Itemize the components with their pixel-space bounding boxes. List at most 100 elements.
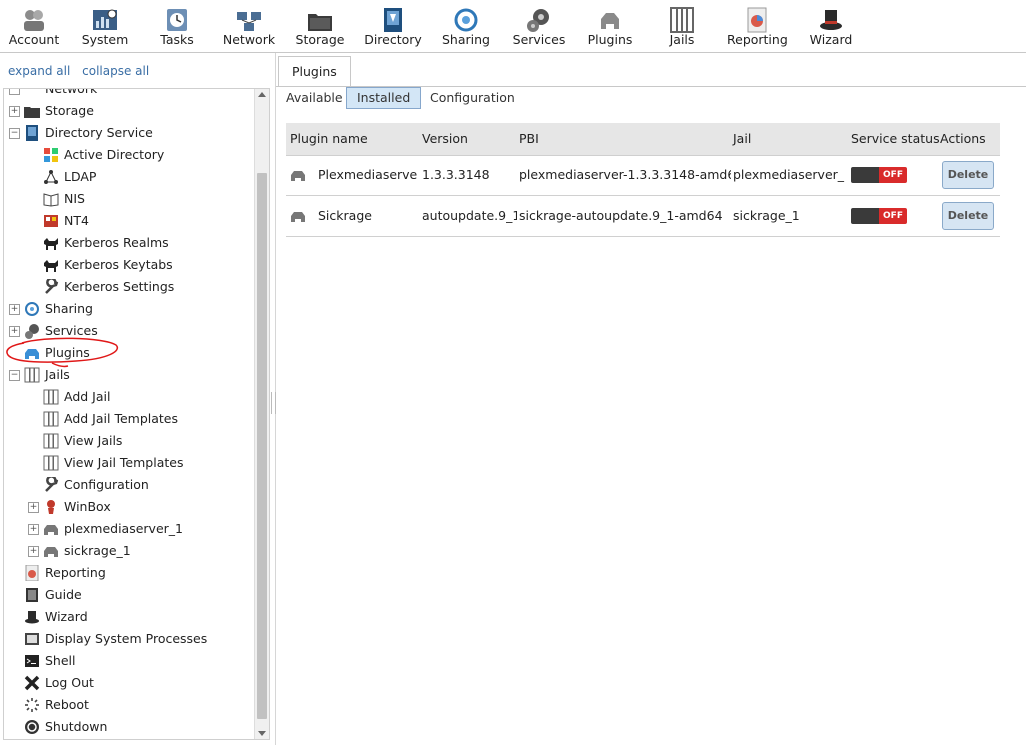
toolbar-network-label: Network [222, 32, 276, 47]
toolbar-storage[interactable]: Storage [291, 0, 349, 52]
column-header-actions[interactable]: Actions [940, 123, 986, 155]
reboot-icon [25, 698, 39, 712]
delete-button[interactable]: Delete [942, 202, 994, 230]
toolbar-tasks[interactable]: Tasks [148, 0, 206, 52]
plugin-icon [291, 171, 305, 181]
expand-icon[interactable]: + [28, 502, 39, 513]
tree-expander-links: expand all collapse all [8, 64, 157, 78]
processes-icon [25, 633, 39, 645]
subtab-configuration[interactable]: Configuration [420, 87, 525, 109]
plugin-version: autoupdate.9_1 [422, 208, 517, 223]
column-header-jail[interactable]: Jail [733, 123, 751, 155]
plugin-icon [44, 525, 58, 535]
toolbar-reporting-label: Reporting [727, 32, 788, 47]
kerberos-dog-icon [44, 238, 58, 250]
reporting-icon [747, 7, 767, 33]
column-header-plugin-name[interactable]: Plugin name [290, 123, 368, 155]
toolbar-services[interactable]: Services [510, 0, 568, 52]
toolbar-wizard-label: Wizard [809, 32, 853, 47]
storage-folder-icon [24, 107, 40, 118]
toolbar-directory[interactable]: Directory [364, 0, 422, 52]
wrench-icon [45, 477, 59, 492]
sharing-icon [454, 8, 478, 32]
storage-icon [308, 14, 332, 31]
table-row[interactable]: Plexmediaserver 1.3.3.3148 plexmediaserv… [286, 155, 1000, 196]
plugins-icon [25, 349, 39, 359]
guide-book-icon [26, 588, 38, 602]
directory-icon [384, 8, 402, 32]
scroll-down-arrow-icon[interactable] [258, 731, 266, 736]
services-icon [527, 9, 549, 32]
expand-icon[interactable]: + [28, 546, 39, 557]
table-header: Plugin name Version PBI Jail Service sta… [286, 123, 1000, 156]
toolbar-jails[interactable]: Jails [653, 0, 711, 52]
plugin-pbi: plexmediaserver-1.3.3.3148-amd64 [519, 167, 731, 182]
expand-icon[interactable]: + [28, 524, 39, 535]
toolbar-sharing-label: Sharing [442, 32, 490, 47]
ldap-tree-icon [44, 170, 58, 184]
plugins-icon [601, 13, 619, 29]
tab-plugins[interactable]: Plugins [278, 56, 351, 87]
service-status-toggle[interactable]: OFF [851, 208, 907, 224]
tree-scrollbar[interactable] [254, 89, 269, 739]
toolbar-plugins[interactable]: Plugins [581, 0, 639, 52]
plugin-icon [291, 212, 305, 222]
wizard-hat-icon [820, 10, 842, 30]
expand-all-link[interactable]: expand all [8, 64, 70, 78]
expand-icon[interactable]: + [9, 106, 20, 117]
jails-icon [24, 367, 40, 383]
toolbar-wizard[interactable]: Wizard [802, 0, 860, 52]
column-header-version[interactable]: Version [422, 123, 468, 155]
sharing-icon [25, 302, 39, 316]
reporting-icon [25, 565, 39, 581]
table-row[interactable]: Sickrage autoupdate.9_1 sickrage-autoupd… [286, 196, 1000, 237]
plugin-name: Plexmediaserver [318, 167, 418, 182]
plugin-name: Sickrage [318, 208, 372, 223]
subtab-installed[interactable]: Installed [346, 87, 422, 109]
plugin-version: 1.3.3.3148 [422, 167, 490, 182]
collapse-icon[interactable]: − [9, 370, 20, 381]
toggle-off-label: OFF [879, 167, 907, 183]
wizard-hat-icon [25, 611, 39, 624]
tasks-icon [167, 9, 187, 31]
expand-icon[interactable]: + [9, 326, 20, 337]
toolbar-account[interactable]: Account [5, 0, 63, 52]
collapse-icon[interactable]: − [9, 128, 20, 139]
toolbar-system[interactable]: System [76, 0, 134, 52]
wrench-icon [45, 279, 59, 294]
main-content: Plugins Available Installed Configuratio… [276, 53, 1026, 745]
shutdown-power-icon [25, 720, 39, 734]
account-icon [24, 10, 44, 31]
column-header-pbi[interactable]: PBI [519, 123, 539, 155]
freebsd-daemon-icon [47, 500, 55, 514]
toggle-off-label: OFF [879, 208, 907, 224]
nis-book-icon [43, 193, 59, 207]
toolbar-sharing[interactable]: Sharing [437, 0, 495, 52]
service-status-toggle[interactable]: OFF [851, 167, 907, 183]
toggle-knob [851, 167, 879, 183]
scrollbar-thumb[interactable] [257, 173, 267, 719]
shell-terminal-icon [25, 655, 39, 667]
toolbar-network[interactable]: Network [220, 0, 278, 52]
scroll-up-arrow-icon[interactable] [258, 92, 266, 97]
plugin-jail: plexmediaserver_1 [733, 167, 845, 182]
toolbar-directory-label: Directory [364, 32, 422, 47]
toolbar-tasks-label: Tasks [160, 32, 194, 47]
toolbar-system-label: System [81, 32, 129, 47]
collapse-all-link[interactable]: collapse all [82, 64, 149, 78]
plugin-icon [44, 547, 58, 557]
column-header-service-status[interactable]: Service status [851, 123, 940, 155]
directory-icon [26, 125, 38, 141]
expand-icon[interactable]: + [9, 304, 20, 315]
toolbar-reporting[interactable]: Reporting [727, 0, 788, 52]
jails-icon [43, 411, 59, 427]
subtab-available[interactable]: Available [276, 87, 353, 109]
navigation-tree: − Network + Storage − Directory Service … [3, 88, 270, 740]
active-directory-icon [44, 148, 58, 162]
collapse-icon[interactable]: − [9, 89, 20, 95]
log-out-x-icon [24, 675, 40, 691]
kerberos-dog-icon [44, 260, 58, 272]
delete-button[interactable]: Delete [942, 161, 994, 189]
toolbar-account-label: Account [8, 32, 60, 47]
plugin-pbi: sickrage-autoupdate.9_1-amd64 [519, 208, 723, 223]
